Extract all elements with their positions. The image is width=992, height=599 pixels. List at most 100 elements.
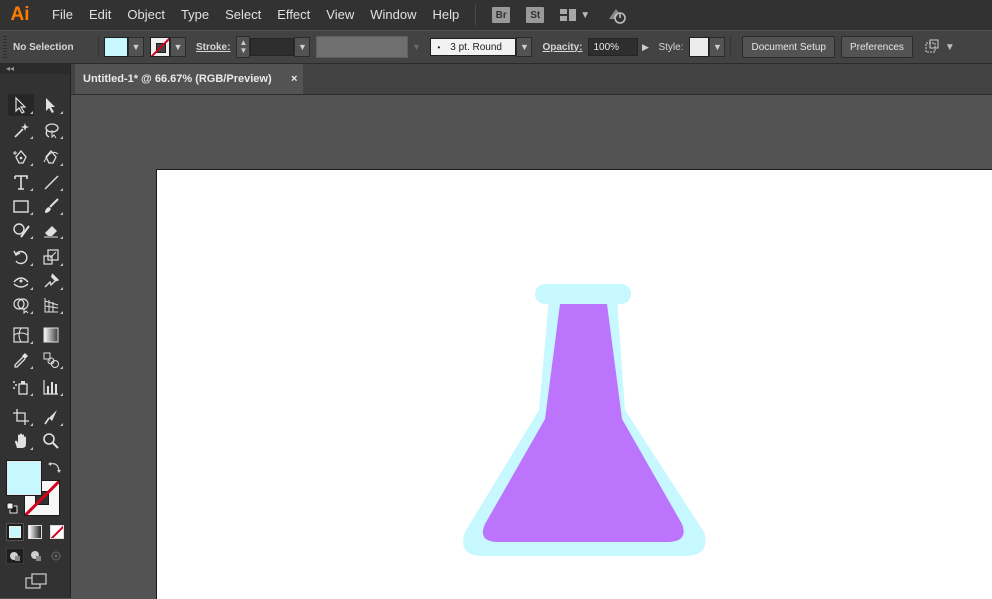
arrange-documents-button[interactable]: ▼ <box>560 9 590 21</box>
blend-tool[interactable] <box>38 349 64 371</box>
close-icon[interactable]: × <box>291 73 297 85</box>
menu-type[interactable]: Type <box>173 0 217 30</box>
opacity-label[interactable]: Opacity: <box>542 42 582 53</box>
paintbrush-tool[interactable] <box>38 195 64 217</box>
menu-file[interactable]: File <box>44 0 81 30</box>
lasso-tool[interactable] <box>38 119 64 141</box>
menu-select[interactable]: Select <box>217 0 269 30</box>
preferences-button[interactable]: Preferences <box>840 36 913 58</box>
screen-mode-icon[interactable] <box>24 572 48 590</box>
pen-tool[interactable] <box>8 146 34 168</box>
rectangle-icon <box>13 200 29 213</box>
slice-tool[interactable] <box>38 406 64 428</box>
color-mode-button[interactable] <box>6 523 24 541</box>
none-mode-button[interactable] <box>50 525 64 539</box>
mesh-tool[interactable] <box>8 324 34 346</box>
menu-help[interactable]: Help <box>424 0 467 30</box>
symbol-sprayer-icon <box>13 381 28 395</box>
fill-swatch[interactable] <box>104 37 128 57</box>
width-icon <box>13 277 29 288</box>
gpu-performance-icon[interactable] <box>606 4 628 26</box>
brush-dot-icon: • <box>437 42 441 52</box>
gradient-tool[interactable] <box>38 324 64 346</box>
arrange-icon[interactable] <box>923 38 941 56</box>
rotate-tool[interactable] <box>8 246 34 268</box>
menu-object[interactable]: Object <box>119 0 173 30</box>
fill-dropdown[interactable]: ▼ <box>128 37 144 57</box>
chevron-down-icon: ▼ <box>297 42 307 52</box>
magic-wand-icon <box>14 123 29 138</box>
draw-normal-icon[interactable] <box>6 548 24 564</box>
swap-fill-stroke-icon[interactable] <box>48 460 62 474</box>
line-segment-tool[interactable] <box>38 171 64 193</box>
column-graph-icon <box>43 380 58 395</box>
fill-color-box[interactable] <box>7 461 41 495</box>
draw-inside-icon[interactable] <box>48 548 64 564</box>
none-slash-icon <box>51 526 63 538</box>
artboard-tool[interactable] <box>8 406 34 428</box>
document-tab[interactable]: Untitled-1* @ 66.67% (RGB/Preview) × <box>75 64 303 94</box>
gradient-mode-button[interactable] <box>28 525 42 539</box>
shaper-tool[interactable] <box>8 219 34 241</box>
stroke-weight-field[interactable] <box>250 38 295 56</box>
line-segment-icon <box>44 175 59 190</box>
slice-knife-icon <box>44 410 57 425</box>
chevron-down-icon: ▼ <box>131 42 141 52</box>
chevron-down-icon[interactable]: ▼ <box>945 42 955 53</box>
perspective-grid-icon <box>44 298 59 313</box>
menu-edit[interactable]: Edit <box>81 0 119 30</box>
magic-wand-tool[interactable] <box>8 119 34 141</box>
scale-tool[interactable] <box>38 246 64 268</box>
document-setup-button[interactable]: Document Setup <box>742 36 835 58</box>
direct-selection-tool[interactable] <box>38 94 64 116</box>
collapse-panel-icon[interactable]: ◂◂ <box>0 64 70 74</box>
eyedropper-tool[interactable] <box>8 349 34 371</box>
gradient-icon <box>43 327 59 343</box>
flask-liquid[interactable] <box>482 304 684 542</box>
curvature-tool[interactable] <box>38 146 64 168</box>
menu-effect[interactable]: Effect <box>269 0 318 30</box>
tools-panel: ◂◂ <box>0 64 71 598</box>
brush-definition[interactable]: • 3 pt. Round <box>430 38 517 56</box>
brush-dropdown[interactable]: ▼ <box>516 37 533 57</box>
menu-view[interactable]: View <box>318 0 362 30</box>
menu-divider <box>475 5 477 25</box>
stock-button[interactable]: St <box>526 7 545 23</box>
menu-window[interactable]: Window <box>362 0 424 30</box>
graphic-style-swatch[interactable] <box>689 37 710 57</box>
flask-artwork[interactable] <box>459 284 709 560</box>
paintbrush-icon <box>45 198 59 213</box>
shape-builder-tool[interactable] <box>8 294 34 316</box>
type-t-icon <box>14 175 28 190</box>
perspective-grid-tool[interactable] <box>38 294 64 316</box>
type-tool[interactable] <box>8 171 34 193</box>
graphic-style-dropdown[interactable]: ▼ <box>709 37 726 57</box>
stroke-weight-stepper[interactable]: ▲ ▼ <box>236 36 251 58</box>
default-fill-stroke-icon[interactable] <box>6 502 18 514</box>
shape-builder-icon <box>13 298 29 314</box>
stroke-dropdown[interactable]: ▼ <box>170 37 186 57</box>
symbol-sprayer-tool[interactable] <box>8 376 34 398</box>
zoom-magnifier-icon <box>43 433 59 449</box>
chevron-down-icon: ▼ <box>713 42 722 52</box>
zoom-tool[interactable] <box>38 430 64 452</box>
width-tool[interactable] <box>8 270 34 292</box>
panel-grip[interactable] <box>3 36 7 58</box>
document-tab-title: Untitled-1* @ 66.67% (RGB/Preview) <box>83 73 272 85</box>
chevron-down-icon: ▼ <box>580 9 591 21</box>
rectangle-tool[interactable] <box>8 195 34 217</box>
bridge-button[interactable]: Br <box>492 7 511 23</box>
eraser-tool[interactable] <box>38 219 64 241</box>
puppet-warp-tool[interactable] <box>38 270 64 292</box>
hand-tool[interactable] <box>8 430 34 452</box>
opacity-arrow-icon[interactable]: ▶ <box>638 42 652 53</box>
curvature-pen-icon <box>43 149 59 164</box>
stroke-label[interactable]: Stroke: <box>196 42 230 53</box>
chevron-down-icon: ▼ <box>173 42 183 52</box>
column-graph-tool[interactable] <box>38 376 64 398</box>
stroke-swatch[interactable] <box>150 37 170 57</box>
opacity-field[interactable]: 100% <box>588 38 639 56</box>
stroke-weight-dropdown[interactable]: ▼ <box>294 37 311 57</box>
selection-tool[interactable] <box>8 94 34 116</box>
draw-behind-icon[interactable] <box>28 548 44 564</box>
